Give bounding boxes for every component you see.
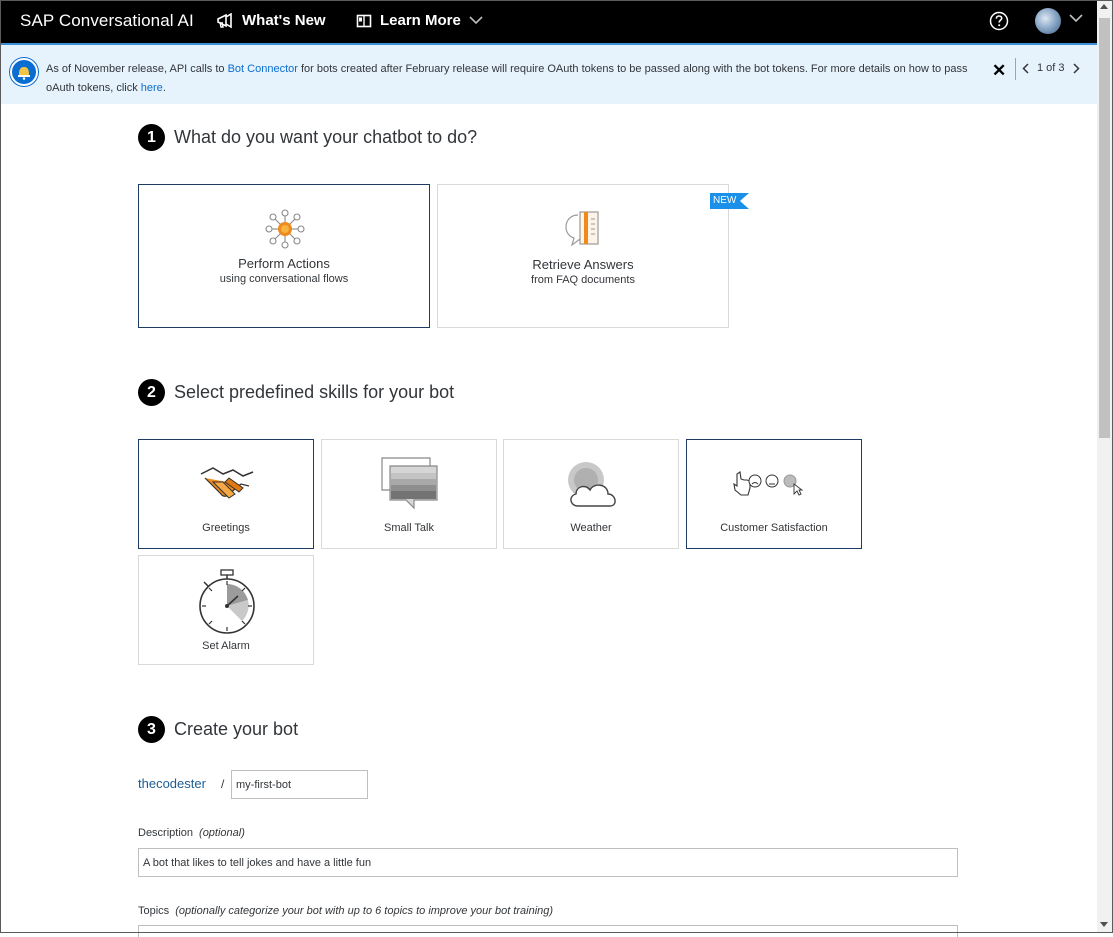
bot-connector-link[interactable]: Bot Connector	[228, 63, 298, 75]
scrollbar-thumb[interactable]	[1099, 18, 1110, 438]
step-number: 2	[138, 379, 165, 406]
step-3-heading: 3 Create your bot	[138, 716, 298, 743]
document-chat-icon	[565, 211, 599, 247]
learn-more-label: Learn More	[380, 12, 461, 29]
banner-message: As of November release, API calls to Bot…	[46, 60, 986, 98]
step-number: 1	[138, 124, 165, 151]
step-number: 3	[138, 716, 165, 743]
banner-text: .	[162, 82, 166, 94]
notification-icon	[10, 58, 38, 86]
skill-label: Customer Satisfaction	[720, 522, 828, 534]
skill-customer-satisfaction[interactable]: Customer Satisfaction	[686, 439, 862, 549]
card-subtitle: from FAQ documents	[531, 274, 635, 286]
skill-greetings[interactable]: Greetings	[138, 439, 314, 549]
chevron-down-icon[interactable]	[1069, 14, 1083, 23]
weather-cloud-icon	[568, 462, 616, 507]
whats-new-label: What's New	[242, 12, 326, 29]
network-icon	[265, 209, 305, 249]
description-input[interactable]	[138, 848, 958, 877]
help-icon[interactable]	[989, 11, 1009, 31]
app-title[interactable]: SAP Conversational AI	[20, 11, 194, 31]
megaphone-icon	[217, 12, 232, 28]
stopwatch-icon	[199, 569, 255, 634]
skill-set-alarm[interactable]: Set Alarm	[138, 555, 314, 665]
chat-bubbles-icon	[381, 457, 438, 510]
card-title: Perform Actions	[238, 256, 330, 271]
learn-more-menu[interactable]: Learn More	[356, 12, 483, 29]
skill-label: Set Alarm	[202, 640, 250, 652]
description-label-text: Description	[138, 827, 194, 839]
user-avatar[interactable]	[1035, 8, 1061, 34]
scroll-down-arrow-icon[interactable]	[1100, 922, 1108, 927]
announcement-banner: As of November release, API calls to Bot…	[0, 43, 1097, 104]
skill-weather[interactable]: Weather	[503, 439, 679, 549]
satisfaction-faces-icon	[733, 471, 804, 496]
chevron-left-icon[interactable]	[1022, 62, 1029, 74]
card-title: Retrieve Answers	[532, 257, 634, 272]
banner-pager: 1 of 3	[1022, 62, 1080, 74]
skill-label: Small Talk	[384, 522, 434, 534]
new-badge: NEW	[710, 193, 750, 209]
perform-actions-card[interactable]: Perform Actions using conversational flo…	[138, 184, 430, 328]
skill-small-talk[interactable]: Small Talk	[321, 439, 497, 549]
bot-name-input[interactable]	[231, 770, 368, 799]
bot-owner-link[interactable]: thecodester	[138, 776, 206, 791]
description-label: Description (optional)	[138, 827, 245, 839]
topics-label-text: Topics	[138, 905, 170, 917]
skill-label: Weather	[570, 522, 612, 534]
step-title: Create your bot	[174, 719, 299, 739]
banner-text: As of November release, API calls to	[46, 63, 228, 75]
topics-label: Topics (optionally categorize your bot wi…	[138, 905, 553, 917]
divider	[1015, 58, 1016, 80]
skill-label: Greetings	[202, 522, 250, 534]
step-2-heading: 2 Select predefined skills for your bot	[138, 379, 454, 406]
optional-hint: (optional)	[199, 827, 245, 839]
retrieve-answers-card[interactable]: Retrieve Answers from FAQ documents	[437, 184, 729, 328]
whats-new-menu[interactable]: What's New	[216, 12, 326, 29]
close-icon[interactable]: ✕	[992, 61, 1006, 81]
scroll-up-arrow-icon[interactable]	[1100, 4, 1108, 9]
card-subtitle: using conversational flows	[219, 273, 349, 285]
topics-input[interactable]	[138, 925, 958, 937]
step-title: Select predefined skills for your bot	[174, 382, 455, 402]
chevron-right-icon[interactable]	[1073, 62, 1080, 74]
pager-text: 1 of 3	[1037, 62, 1065, 74]
step-1-heading: 1 What do you want your chatbot to do?	[138, 124, 477, 151]
chevron-down-icon	[469, 16, 483, 25]
path-separator: /	[221, 777, 225, 791]
here-link[interactable]: here	[141, 82, 163, 94]
handshake-icon	[200, 467, 254, 499]
topics-hint: (optionally categorize your bot with up …	[175, 905, 554, 917]
top-bar: SAP Conversational AI What's New Learn M…	[0, 0, 1097, 43]
step-title: What do you want your chatbot to do?	[174, 127, 478, 147]
book-icon	[356, 14, 372, 27]
